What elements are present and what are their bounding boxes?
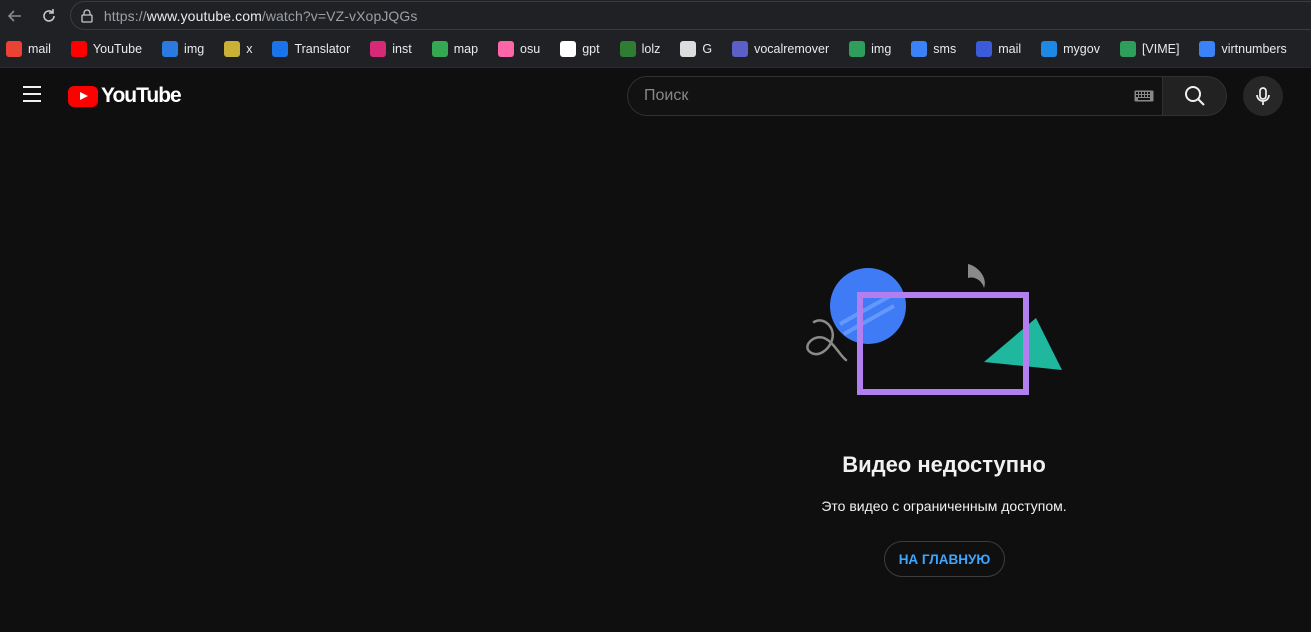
reload-icon xyxy=(43,8,55,22)
bookmark-chatgpt-8[interactable]: gpt xyxy=(560,41,600,57)
bookmark-label: YouTube xyxy=(92,42,143,56)
search-bar xyxy=(627,76,1227,116)
bookmark-label: mail xyxy=(28,42,51,56)
back-button[interactable] xyxy=(2,3,28,29)
bookmark-mygov-15[interactable]: mygov xyxy=(1041,41,1100,57)
lolz-icon xyxy=(619,41,636,57)
bookmark-label: mail xyxy=(998,42,1022,56)
bookmark-osu-7[interactable]: osu xyxy=(498,41,540,57)
youtube-play-icon xyxy=(68,85,98,107)
url-text: https://www.youtube.com/watch?v=VZ-vXopJ… xyxy=(104,8,418,24)
bookmark-maps-6[interactable]: map xyxy=(431,41,479,57)
bookmark-youtube-1[interactable]: YouTube xyxy=(70,41,143,57)
bookmark-vime-16[interactable]: [VIME] xyxy=(1119,41,1180,57)
bookmark-imgbb-2[interactable]: img xyxy=(162,41,204,57)
bookmark-label: img xyxy=(184,42,205,56)
bookmark-label: G xyxy=(702,42,713,56)
bookmark-label: virtnumbers xyxy=(1221,42,1287,56)
bookmark-label: osu xyxy=(520,42,541,56)
instagram-icon xyxy=(370,41,387,57)
vocalremover-icon xyxy=(732,41,749,57)
site-info-icon[interactable] xyxy=(79,8,95,24)
image-icon xyxy=(849,41,866,57)
bookmark-label: [VIME] xyxy=(1141,42,1180,56)
mailru-icon xyxy=(976,41,993,57)
keyboard-icon[interactable] xyxy=(1134,90,1154,102)
voice-search-button[interactable] xyxy=(1243,76,1283,116)
bookmark-label: gpt xyxy=(582,42,600,56)
url-host: www.youtube.com xyxy=(146,7,262,24)
database-icon xyxy=(680,41,697,57)
search-input[interactable] xyxy=(627,76,1163,116)
url-field[interactable]: https://www.youtube.com/watch?v=VZ-vXopJ… xyxy=(69,1,1311,30)
imgbb-icon xyxy=(162,41,179,57)
translator-icon xyxy=(272,41,289,57)
reload-button[interactable] xyxy=(36,3,62,29)
bookmark-mailru-14[interactable]: mail xyxy=(976,41,1021,57)
gmail-icon xyxy=(6,41,22,57)
search-button[interactable] xyxy=(1163,76,1227,116)
virtnumbers-icon xyxy=(1199,41,1216,57)
youtube-header: YouTube xyxy=(0,68,1311,124)
grey-drop-shape xyxy=(968,264,985,288)
youtube-logo[interactable]: YouTube xyxy=(68,84,182,108)
vime-icon xyxy=(1119,41,1136,57)
url-path: /watch?v=VZ-vXopJQGs xyxy=(261,7,418,24)
bookmark-label: map xyxy=(453,42,479,56)
bookmark-database-10[interactable]: G xyxy=(680,41,712,57)
sms-icon xyxy=(911,41,928,57)
arrow-left-icon xyxy=(7,9,21,22)
bookmark-label: sms xyxy=(933,42,957,56)
youtube-icon xyxy=(70,41,87,57)
chatgpt-icon xyxy=(560,41,577,57)
logo-text: YouTube xyxy=(101,84,182,107)
bookmark-label: inst xyxy=(392,42,412,56)
bookmark-label: vocalremover xyxy=(754,42,830,56)
menu-button[interactable] xyxy=(20,86,44,106)
error-title: Видео недоступно xyxy=(842,452,1046,477)
bookmark-x-3[interactable]: x xyxy=(224,41,252,57)
error-subtitle: Это видео с ограниченным доступом. xyxy=(821,498,1067,514)
search-icon xyxy=(1184,86,1205,106)
bookmarks-bar: mail YouTube img x Translator inst map osu gpt lo… xyxy=(0,31,1311,68)
microphone-icon xyxy=(1256,87,1270,105)
blue-circle-shape xyxy=(830,268,906,344)
bookmark-lolz-9[interactable]: lolz xyxy=(619,41,661,57)
bookmark-label: img xyxy=(871,42,892,56)
bookmark-sms-13[interactable]: sms xyxy=(911,41,956,57)
browser-address-bar: https://www.youtube.com/watch?v=VZ-vXopJ… xyxy=(0,0,1311,31)
mygov-icon xyxy=(1041,41,1058,57)
bookmark-gmail-0[interactable]: mail xyxy=(6,41,51,57)
bookmark-label: Translator xyxy=(294,42,351,56)
bookmark-virtnumbers-17[interactable]: virtnumbers xyxy=(1199,41,1287,57)
osu-icon xyxy=(498,41,515,57)
bookmark-label: x xyxy=(246,42,253,56)
bookmark-label: mygov xyxy=(1063,42,1100,56)
x-icon xyxy=(224,41,241,57)
maps-icon xyxy=(431,41,448,57)
bookmark-image-12[interactable]: img xyxy=(849,41,891,57)
bookmark-vocalremover-11[interactable]: vocalremover xyxy=(732,41,829,57)
url-scheme: https:// xyxy=(103,7,147,24)
bookmark-instagram-5[interactable]: inst xyxy=(370,41,412,57)
unavailable-illustration xyxy=(806,264,1062,395)
home-button[interactable]: НА ГЛАВНУЮ xyxy=(884,541,1005,577)
bookmark-label: lolz xyxy=(641,42,661,56)
bookmark-translator-4[interactable]: Translator xyxy=(272,41,350,57)
